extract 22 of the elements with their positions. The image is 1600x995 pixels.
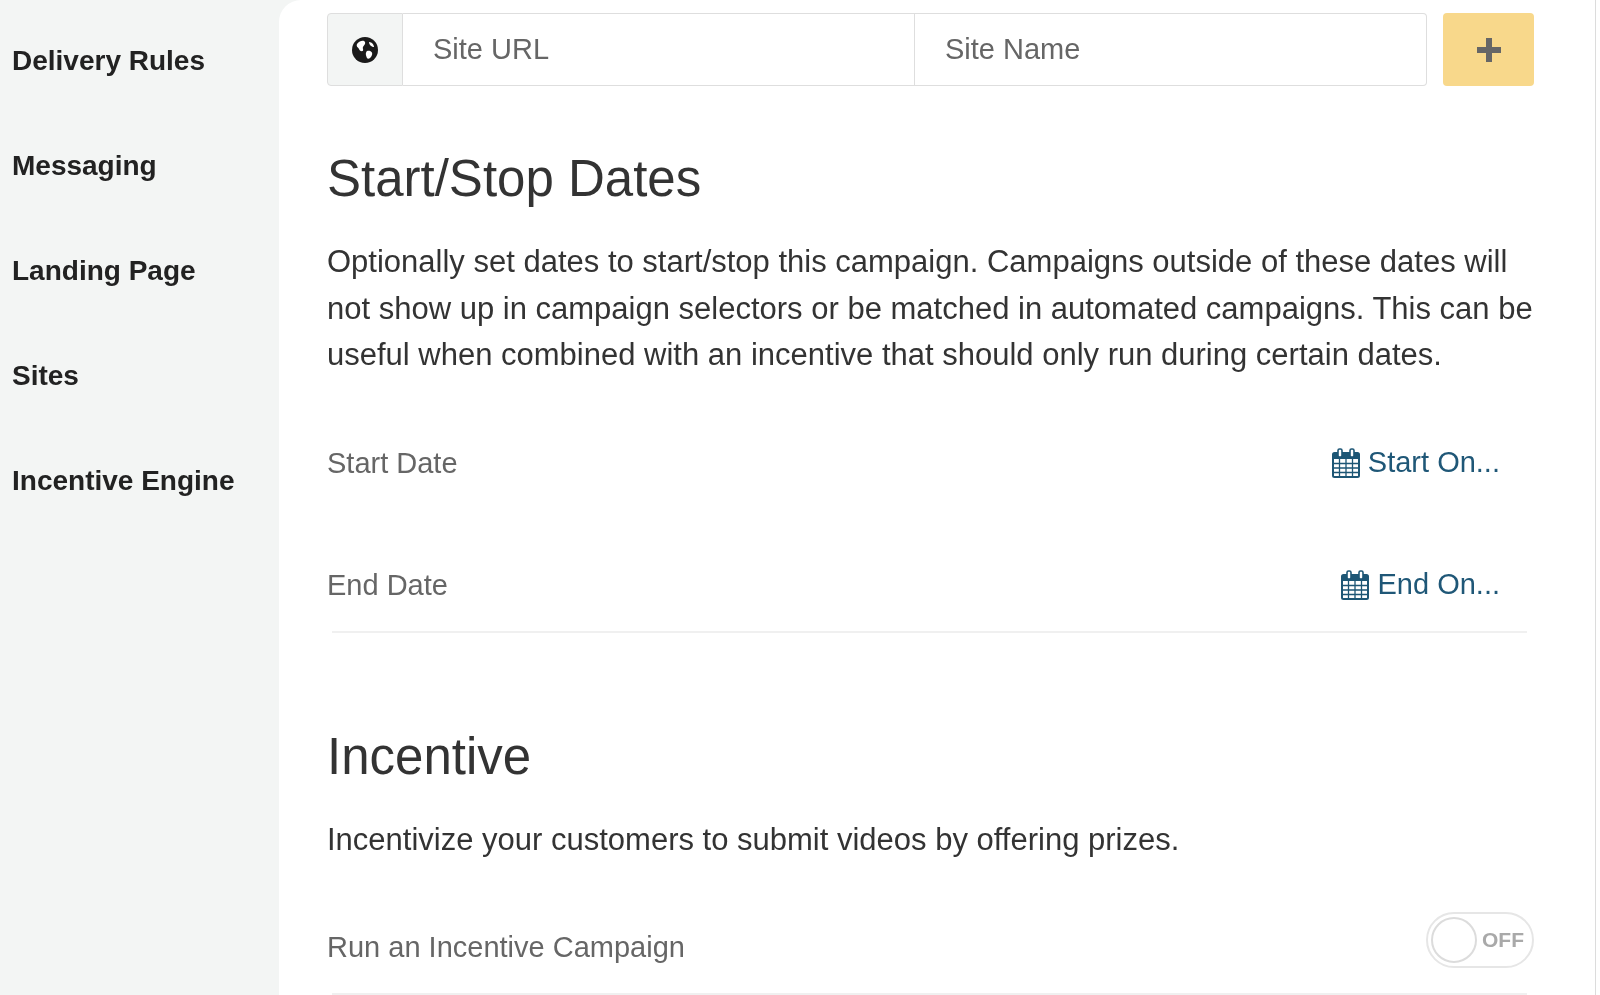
toggle-knob — [1431, 917, 1477, 963]
calendar-icon — [1341, 569, 1370, 600]
section-description: Optionally set dates to start/stop this campaign. Campaigns outside of these dates will not show up in campaign selectors or be matched in automated campaigns. This can be useful when combined with an incentive that should only run during certain dates. — [327, 243, 1534, 374]
calendar-icon — [1331, 447, 1360, 478]
sidebar-item[interactable]: Delivery Rules — [0, 41, 205, 81]
section-heading: Incentive — [327, 726, 533, 787]
sidebar-item[interactable]: Landing Page — [0, 251, 196, 291]
section-heading: Start/Stop Dates — [327, 149, 703, 209]
globe-icon — [352, 36, 378, 63]
plus-icon — [1476, 37, 1501, 62]
date-picker-link[interactable]: End On... — [1341, 568, 1500, 601]
sidebar-item[interactable]: Incentive Engine — [0, 461, 235, 501]
field-label: End Date — [327, 568, 448, 601]
field-label: Run an Incentive Campaign — [327, 931, 685, 963]
field-label: Start Date — [327, 446, 458, 479]
date-picker-link[interactable]: Start On... — [1331, 446, 1500, 479]
section-description: Incentivize your customers to submit videos by offering prizes. — [327, 820, 1181, 859]
sidebar-item[interactable]: Messaging — [0, 146, 157, 186]
site-name-field[interactable]: Site Name — [915, 13, 1427, 86]
add-button[interactable] — [1443, 13, 1534, 86]
site-url-field[interactable]: Site URL — [403, 13, 915, 86]
sidebar-item[interactable]: Sites — [0, 356, 79, 396]
